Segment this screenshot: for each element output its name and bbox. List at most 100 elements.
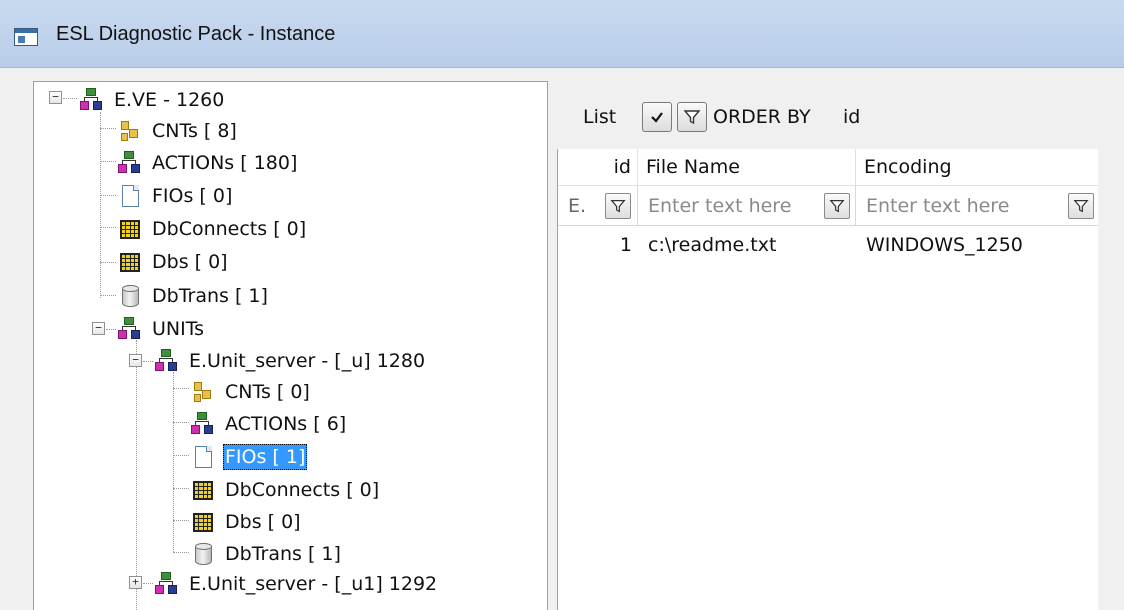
grid-icon xyxy=(118,217,142,241)
column-header-id[interactable]: id xyxy=(558,149,638,186)
filter-encoding-button[interactable] xyxy=(1068,193,1094,219)
app-icon xyxy=(14,28,38,46)
filter-icon xyxy=(683,110,701,125)
tree-node-label: CNTs [ 0] xyxy=(225,381,310,403)
unit-icon xyxy=(118,317,142,341)
file-icon xyxy=(191,445,215,469)
tree-node-label: DbTrans [ 1] xyxy=(152,285,268,307)
unit-icon xyxy=(155,349,179,373)
tree-connector xyxy=(100,128,116,129)
data-grid: id File Name Encoding E. Enter text here… xyxy=(557,149,1124,610)
apply-button[interactable] xyxy=(642,102,672,132)
tree-node-actions[interactable]: ACTIONs [ 180] xyxy=(118,148,299,178)
tree-node-fios[interactable]: FIOs [ 0] xyxy=(118,181,234,211)
tree-connector xyxy=(63,98,77,99)
tree-node-cnts[interactable]: CNTs [ 8] xyxy=(118,116,239,146)
tree-node-label: DbTrans [ 1] xyxy=(225,543,341,565)
tree-node-label: Dbs [ 0] xyxy=(225,511,301,533)
tree-node-units[interactable]: UNITs xyxy=(118,314,206,344)
tree-connector xyxy=(173,488,189,489)
tree-node-cnts[interactable]: CNTs [ 0] xyxy=(191,377,312,407)
tree-node-label: FIOs [ 1] xyxy=(223,444,308,470)
tree-node-label: UNITs xyxy=(152,318,205,340)
tree-node-dbtrans[interactable]: DbTrans [ 1] xyxy=(191,539,343,569)
tree-connector xyxy=(143,583,153,584)
tree-node-actions[interactable]: ACTIONs [ 6] xyxy=(191,409,348,439)
tree-node-fios-selected[interactable]: FIOs [ 1] xyxy=(191,442,308,472)
tree-connector xyxy=(173,422,189,423)
tree-node-dbtrans[interactable]: DbTrans [ 1] xyxy=(118,281,270,311)
filter-icon xyxy=(829,200,845,213)
tree-connector xyxy=(173,552,189,553)
tree-panel: − − − + E.VE - 1260 CNTs [ 8] ACTIONs [ … xyxy=(33,81,548,610)
table-row[interactable]: 1 c:\readme.txt WINDOWS_1250 xyxy=(558,226,1124,262)
column-header-file-name[interactable]: File Name xyxy=(638,149,856,186)
filter-input-file-name[interactable]: Enter text here xyxy=(648,195,791,217)
tree-node-label: DbConnects [ 0] xyxy=(152,218,307,240)
collapse-toggle[interactable]: − xyxy=(92,322,105,335)
cnt-icon xyxy=(191,380,215,404)
tree-connector xyxy=(100,195,116,196)
filter-file-name-button[interactable] xyxy=(824,193,850,219)
tree-node-eve[interactable]: E.VE - 1260 xyxy=(80,85,226,115)
expand-toggle[interactable]: + xyxy=(129,576,142,589)
tree-connector xyxy=(136,340,137,610)
filter-icon xyxy=(610,200,626,213)
query-toolbar: List ORDER BY id xyxy=(555,86,1124,142)
tree-node-label: E.Unit_server - [_u] 1280 xyxy=(189,350,426,372)
cell-encoding: WINDOWS_1250 xyxy=(866,234,1023,256)
unit-icon xyxy=(155,572,179,596)
tree-connector xyxy=(100,227,116,228)
order-by-value[interactable]: id xyxy=(843,106,860,128)
unit-icon xyxy=(118,151,142,175)
tree-node-label: ACTIONs [ 180] xyxy=(152,152,298,174)
filter-cell-file-name: Enter text here xyxy=(638,186,856,226)
filter-button[interactable] xyxy=(677,102,707,132)
unit-icon xyxy=(191,412,215,436)
tree-connector xyxy=(173,388,189,389)
tree-node-label: DbConnects [ 0] xyxy=(225,479,380,501)
tree-connector xyxy=(173,520,189,521)
tree-node-label: FIOs [ 0] xyxy=(152,185,233,207)
list-label: List xyxy=(583,106,617,128)
tree-node-dbs[interactable]: Dbs [ 0] xyxy=(191,507,303,537)
column-header-encoding[interactable]: Encoding xyxy=(856,149,1100,186)
tree-connector xyxy=(173,455,189,456)
grid-icon xyxy=(118,250,142,274)
grid-scroll-area xyxy=(1098,149,1124,610)
order-by-label: ORDER BY xyxy=(713,106,811,128)
filter-input-id[interactable]: E. xyxy=(568,195,586,217)
tree-node-unit-server-u[interactable]: E.Unit_server - [_u] 1280 xyxy=(155,346,427,376)
grid-icon xyxy=(191,478,215,502)
tree-connector xyxy=(100,161,116,162)
tree-connector xyxy=(100,262,116,263)
tree-node-dbconnects[interactable]: DbConnects [ 0] xyxy=(118,214,308,244)
tree-node-dbs[interactable]: Dbs [ 0] xyxy=(118,247,230,277)
tree-node-label: ACTIONs [ 6] xyxy=(225,413,347,435)
cell-file-name: c:\readme.txt xyxy=(648,234,777,256)
checkmark-icon xyxy=(651,112,663,123)
filter-row: E. Enter text here Enter text here xyxy=(558,186,1124,226)
cylinder-icon xyxy=(118,284,142,308)
tree-node-dbconnects[interactable]: DbConnects [ 0] xyxy=(191,475,381,505)
filter-input-encoding[interactable]: Enter text here xyxy=(866,195,1009,217)
tree-node-label: CNTs [ 8] xyxy=(152,120,237,142)
tree-connector xyxy=(100,112,101,298)
filter-cell-encoding: Enter text here xyxy=(856,186,1100,226)
window-title: ESL Diagnostic Pack - Instance xyxy=(56,23,336,45)
file-icon xyxy=(118,184,142,208)
collapse-toggle[interactable]: − xyxy=(129,354,142,367)
grid-header: id File Name Encoding xyxy=(558,149,1124,186)
tree-node-unit-server-u1[interactable]: E.Unit_server - [_u1] 1292 xyxy=(155,569,439,599)
filter-id-button[interactable] xyxy=(605,193,631,219)
panel-splitter[interactable] xyxy=(550,81,555,610)
window-body: − − − + E.VE - 1260 CNTs [ 8] ACTIONs [ … xyxy=(0,68,1124,610)
grid-icon xyxy=(191,510,215,534)
filter-cell-id: E. xyxy=(558,186,638,226)
tree-connector xyxy=(143,361,153,362)
filter-icon xyxy=(1073,200,1089,213)
collapse-toggle[interactable]: − xyxy=(49,91,62,104)
tree-connector xyxy=(100,295,116,296)
unit-icon xyxy=(80,88,104,112)
cnt-icon xyxy=(118,119,142,143)
